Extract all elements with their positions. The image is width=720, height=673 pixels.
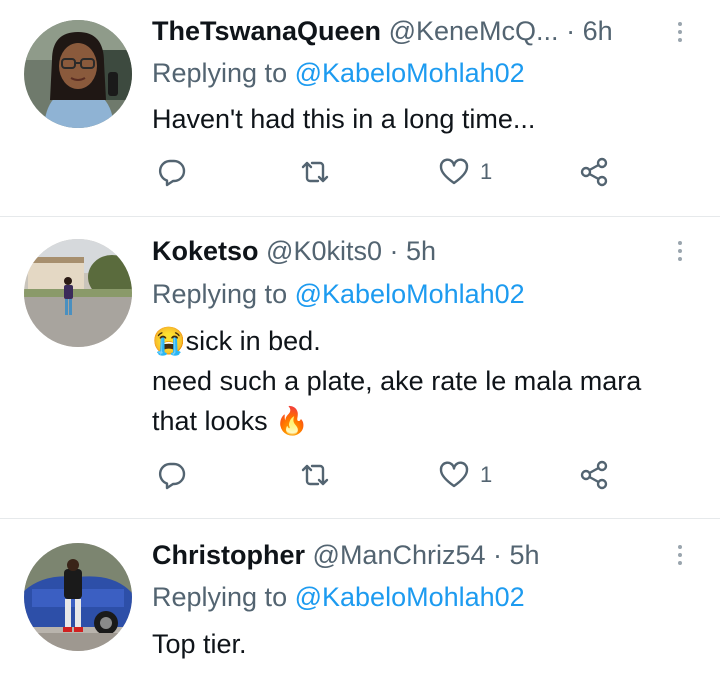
like-count: 1 — [480, 462, 493, 487]
heart-icon — [439, 461, 469, 488]
replying-to: Replying to @KabeloMohlah02 — [152, 56, 525, 90]
reply-icon — [158, 462, 186, 490]
share-button[interactable] — [578, 459, 610, 491]
more-vertical-icon[interactable] — [670, 540, 690, 570]
replying-prefix: Replying to — [152, 582, 288, 612]
replying-to: Replying to @KabeloMohlah02 — [152, 580, 525, 614]
display-name[interactable]: TheTswanaQueen — [152, 16, 381, 46]
separator-dot: · — [493, 540, 503, 570]
display-name[interactable]: Koketso — [152, 236, 259, 266]
action-bar: 1 — [152, 156, 632, 196]
tweet-text: Top tier. — [152, 624, 700, 664]
heart-icon — [439, 158, 469, 185]
reply-icon — [158, 159, 186, 187]
tweet-text-line: 😭sick in bed. — [152, 326, 321, 356]
user-handle[interactable]: @KeneMcQ... — [389, 16, 559, 46]
reply-button[interactable] — [156, 459, 188, 491]
tweet-text-line: Haven't had this in a long time... — [152, 104, 536, 134]
separator-dot: · — [389, 236, 399, 266]
replying-prefix: Replying to — [152, 279, 288, 309]
timestamp[interactable]: 5h — [406, 236, 436, 266]
tweet-header: Christopher @ManChriz54 · 5h — [152, 539, 660, 571]
crying-emoji: 😭 — [152, 326, 186, 356]
tweet-text-line: need such a plate, ake rate le mala mara — [152, 366, 642, 396]
share-icon — [580, 157, 608, 187]
reply-button[interactable] — [156, 156, 188, 188]
avatar[interactable] — [24, 543, 132, 651]
retweet-button[interactable] — [298, 459, 332, 491]
tweet-text: Haven't had this in a long time... — [152, 99, 700, 139]
tweet-header: Koketso @K0kits0 · 5h — [152, 235, 660, 267]
tweet-text-line: Top tier. — [152, 629, 247, 659]
like-button[interactable]: 1 — [438, 156, 492, 188]
user-handle[interactable]: @ManChriz54 — [313, 540, 486, 570]
like-count: 1 — [480, 159, 493, 184]
fire-emoji: 🔥 — [275, 406, 309, 436]
tweet-text-line: that looks 🔥 — [152, 406, 309, 436]
replying-to: Replying to @KabeloMohlah02 — [152, 277, 525, 311]
display-name[interactable]: Christopher — [152, 540, 305, 570]
like-button[interactable]: 1 — [438, 459, 492, 491]
mention-link[interactable]: @KabeloMohlah02 — [295, 582, 525, 612]
share-icon — [580, 460, 608, 490]
tweet[interactable]: Koketso @K0kits0 · 5h Replying to @Kabel… — [0, 217, 720, 518]
action-bar: 1 — [152, 459, 632, 499]
replying-prefix: Replying to — [152, 58, 288, 88]
mention-link[interactable]: @KabeloMohlah02 — [295, 279, 525, 309]
retweet-icon — [301, 464, 329, 486]
tweet-text: 😭sick in bed. need such a plate, ake rat… — [152, 321, 700, 441]
timestamp[interactable]: 5h — [510, 540, 540, 570]
tweet[interactable]: TheTswanaQueen @KeneMcQ... · 6h Replying… — [0, 0, 720, 216]
retweet-icon — [301, 161, 329, 183]
tweet-header: TheTswanaQueen @KeneMcQ... · 6h — [152, 15, 660, 47]
separator-dot: · — [566, 16, 576, 46]
retweet-button[interactable] — [298, 156, 332, 188]
tweet[interactable]: Christopher @ManChriz54 · 5h Replying to… — [0, 519, 720, 673]
user-handle[interactable]: @K0kits0 — [266, 236, 382, 266]
more-vertical-icon[interactable] — [670, 17, 690, 47]
timestamp[interactable]: 6h — [583, 16, 613, 46]
avatar[interactable] — [24, 20, 132, 128]
share-button[interactable] — [578, 156, 610, 188]
avatar[interactable] — [24, 239, 132, 347]
more-vertical-icon[interactable] — [670, 236, 690, 266]
mention-link[interactable]: @KabeloMohlah02 — [295, 58, 525, 88]
